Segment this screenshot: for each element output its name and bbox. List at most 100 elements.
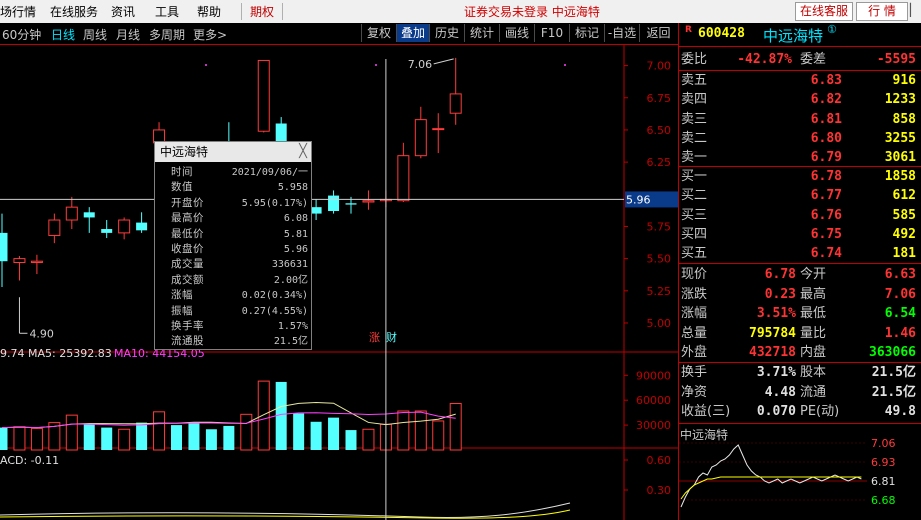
tab-more[interactable]: 更多>	[193, 26, 227, 43]
stat-value: 0.070	[756, 404, 796, 420]
ask-row[interactable]: 卖一 6.79 3061	[679, 149, 921, 167]
tab-60min[interactable]: 60分钟	[2, 26, 41, 43]
menu-bar: 场行情 在线服务 资讯 工具 帮助 期权 证券交易未登录 中远海特 在线客服 行…	[0, 0, 921, 24]
candle[interactable]	[30, 254, 43, 275]
volume-bar	[101, 427, 113, 450]
back-button[interactable]: 返回	[639, 24, 677, 42]
candle-body	[275, 123, 287, 143]
chart-overlay: 5.96 7.06 4.90 涨财	[0, 58, 678, 520]
book-level-label: 买一	[681, 169, 708, 184]
volume-bar	[397, 410, 410, 451]
book-price: 6.80	[810, 130, 842, 146]
overlay-button[interactable]: 叠加	[396, 24, 429, 42]
candle[interactable]	[118, 217, 131, 240]
price-tick-label: 5.25	[647, 285, 672, 298]
close-icon[interactable]: ╳	[299, 142, 307, 162]
popup-row: 换手率 1.57%	[155, 320, 311, 333]
stock-code: 600428	[698, 26, 745, 41]
mini-tick-label: 7.06	[871, 437, 896, 450]
ask-row[interactable]: 卖三 6.81 858	[679, 111, 921, 129]
tab-monthly[interactable]: 月线	[116, 26, 140, 43]
candle[interactable]	[432, 113, 445, 154]
menu-overflow-icon[interactable]: ▏	[910, 3, 919, 17]
candle[interactable]	[328, 190, 340, 214]
candle-info-popup[interactable]: 中远海特 ╳ 时间 2021/09/06/一 数值 5.958 开盘价 5.95(0.17…	[154, 141, 312, 350]
candle[interactable]	[65, 196, 78, 230]
candle[interactable]	[48, 213, 61, 244]
bid-row[interactable]: 买四 6.75 492	[679, 226, 921, 244]
candle[interactable]	[101, 220, 113, 239]
candle[interactable]	[83, 207, 95, 233]
tab-multi-period[interactable]: 多周期	[149, 26, 185, 43]
macd-label: ACD: -0.11	[0, 454, 59, 467]
bid-row[interactable]: 买三 6.76 585	[679, 207, 921, 225]
volume-bar	[275, 381, 287, 450]
ask-row[interactable]: 卖四 6.82 1233	[679, 91, 921, 109]
market-button[interactable]: 行 情	[856, 2, 908, 21]
price-tick-label: 6.75	[647, 92, 672, 105]
finance-marker[interactable]: 财	[386, 330, 397, 344]
candle[interactable]	[449, 57, 462, 125]
online-service-button[interactable]: 在线客服	[795, 2, 853, 21]
menu-options[interactable]: 期权	[250, 3, 274, 20]
mini-intraday-chart[interactable]: 7.06 6.93 6.81 6.68	[679, 437, 921, 520]
candle[interactable]	[0, 213, 8, 287]
stat-label: 最高	[800, 286, 827, 302]
bid-row[interactable]: 买一 6.78 1858	[679, 168, 921, 186]
popup-row: 最高价 6.08	[155, 212, 311, 225]
ask-row[interactable]: 卖五 6.83 916	[679, 72, 921, 90]
bid-row[interactable]: 买五 6.74 181	[679, 245, 921, 263]
popup-row-value: 6.08	[283, 213, 308, 225]
menu-divider	[282, 3, 283, 20]
volume-bar	[293, 413, 305, 450]
menu-news[interactable]: 资讯	[111, 3, 135, 20]
menu-help[interactable]: 帮助	[197, 3, 221, 20]
candle[interactable]	[257, 59, 270, 133]
remove-favorite-button[interactable]: -自选	[604, 24, 639, 42]
candle-body	[136, 222, 148, 231]
popup-row-label: 数值	[171, 181, 193, 194]
stat-label: 最低	[800, 306, 827, 322]
menu-tools[interactable]: 工具	[155, 3, 179, 20]
book-price: 6.77	[810, 188, 842, 204]
fuquan-button[interactable]: 复权	[361, 24, 396, 42]
weicha-value: -5595	[876, 52, 916, 67]
menu-online-service[interactable]: 在线服务	[50, 3, 98, 20]
popup-row: 流通股 21.5亿	[155, 335, 311, 348]
volume-bar	[240, 413, 253, 451]
mark-button[interactable]: 标记	[569, 24, 604, 42]
candle-body	[101, 229, 113, 233]
kline-chart[interactable]: 7.00 6.75 6.50 6.25 5.75 5.50 5.25 5.00 9.74 MA5…	[0, 45, 678, 520]
rise-marker[interactable]: 涨	[369, 331, 380, 344]
book-volume: 612	[892, 188, 916, 204]
history-button[interactable]: 历史	[429, 24, 464, 42]
tab-daily[interactable]: 日线	[51, 26, 75, 43]
stat-value: 21.5亿	[871, 384, 916, 400]
stat-value: 432718	[749, 345, 796, 361]
f10-button[interactable]: F10	[534, 24, 569, 42]
candle[interactable]	[136, 212, 148, 233]
menu-market[interactable]: 场行情	[0, 3, 36, 20]
ask-row[interactable]: 卖二 6.80 3255	[679, 130, 921, 148]
stat-value: 0.23	[764, 286, 796, 302]
bid-row[interactable]: 买二 6.77 612	[679, 187, 921, 205]
weibi-value: -42.87%	[737, 52, 792, 67]
candle[interactable]	[397, 142, 410, 203]
candle[interactable]	[414, 106, 427, 159]
candle[interactable]	[13, 256, 26, 281]
popup-row-value: 21.5亿	[273, 336, 308, 348]
candle[interactable]	[310, 199, 322, 221]
mini-tick-label: 6.81	[871, 475, 896, 488]
stat-label: 现价	[681, 267, 708, 282]
tab-weekly[interactable]: 周线	[83, 26, 107, 43]
candle[interactable]	[275, 117, 287, 143]
popup-row-label: 收盘价	[171, 243, 204, 255]
stat-label: 总量	[681, 325, 708, 341]
candle[interactable]	[362, 190, 375, 210]
stat-value: 795784	[749, 325, 796, 341]
stat-value: 3.71%	[756, 365, 796, 380]
stat-value: 7.06	[884, 286, 916, 302]
statistics-button[interactable]: 统计	[464, 24, 499, 42]
draw-line-button[interactable]: 画线	[499, 24, 534, 42]
book-volume: 858	[892, 111, 916, 127]
